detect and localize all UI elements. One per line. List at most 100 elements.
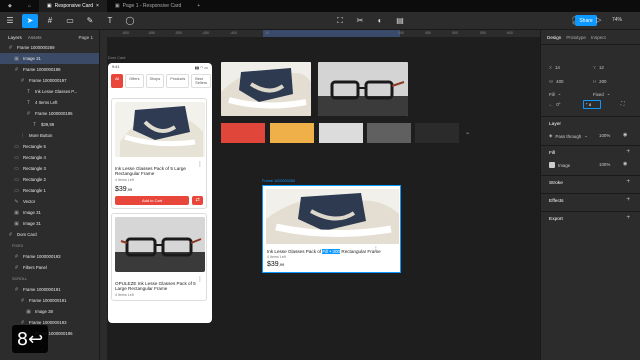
page-selector[interactable]: Page 1 bbox=[78, 35, 93, 42]
add-to-cart-button[interactable]: Add to Cart bbox=[115, 195, 190, 205]
add-fill-icon[interactable]: + bbox=[626, 149, 630, 155]
more-icon[interactable]: ⋮ bbox=[197, 161, 203, 168]
eye-icon[interactable]: ◉ bbox=[623, 132, 627, 138]
grid-icon[interactable]: ▤ bbox=[392, 14, 408, 28]
chip-offers[interactable]: Offers bbox=[125, 74, 144, 88]
eye-icon[interactable]: ◉ bbox=[623, 161, 627, 167]
independent-corners-icon[interactable]: ⛶ bbox=[621, 101, 625, 107]
product-card[interactable]: Ink Lesse Glasses Pack of 5 Large Rectan… bbox=[111, 98, 207, 209]
tab-assets[interactable]: Assets bbox=[28, 35, 42, 42]
contrast-icon[interactable]: ◐ bbox=[372, 14, 388, 28]
x-field[interactable]: X 14 bbox=[549, 65, 560, 70]
move-tool-icon[interactable]: ➤ bbox=[22, 13, 38, 28]
text-tool-icon[interactable]: T bbox=[102, 14, 118, 28]
boolean-icon[interactable]: ✂ bbox=[352, 14, 368, 28]
layer-row[interactable]: T 4 Items Left bbox=[0, 97, 99, 108]
tab-page-1[interactable]: ▣ Page 1 - Responsive Card bbox=[107, 0, 189, 12]
desktop-card-price: $39,99 bbox=[267, 261, 285, 268]
layer-row[interactable]: # Frame 1000000195 bbox=[0, 108, 99, 119]
add-effect-icon[interactable]: + bbox=[626, 197, 630, 203]
layer-row[interactable]: # Frame 1000000191 bbox=[0, 284, 99, 295]
stroke-section-title: Stroke bbox=[549, 181, 563, 186]
rotation-field[interactable]: ∟ 0° bbox=[549, 102, 561, 107]
layer-row[interactable]: ▣ Image 38 bbox=[0, 306, 99, 317]
layer-row[interactable]: # Frame 1000000197 bbox=[0, 75, 99, 86]
blend-mode-select[interactable]: ◈ Pass through ⌄ bbox=[549, 133, 588, 139]
layer-name: Image 38 bbox=[35, 309, 53, 314]
layers-panel: Layers Assets Page 1 # Frame 1000000269 ▣ I… bbox=[0, 30, 100, 360]
width-mode[interactable]: Fill ⌄ bbox=[549, 91, 561, 97]
add-stroke-icon[interactable]: + bbox=[626, 179, 630, 185]
desktop-card[interactable]: Ink Lesse Glasses Pack of Fill • 300 Rec… bbox=[262, 185, 401, 273]
more-icon[interactable]: ⋮ bbox=[197, 276, 203, 283]
rectangle-5[interactable] bbox=[415, 123, 459, 143]
chip-best-sellers[interactable]: Best Sellers bbox=[191, 74, 211, 88]
tab-layers[interactable]: Layers bbox=[8, 35, 22, 42]
desktop-card-title[interactable]: Ink Lesse Glasses Pack of Fill • 300 Rec… bbox=[267, 249, 381, 254]
w-field[interactable]: W 400 bbox=[549, 79, 563, 84]
phone-frame-label[interactable]: Dom Card bbox=[108, 56, 125, 60]
frame-tool-icon[interactable]: # bbox=[42, 14, 58, 28]
rectangle-1[interactable] bbox=[221, 123, 265, 143]
home-icon[interactable]: ⌂ bbox=[20, 0, 39, 12]
component-icon[interactable]: ⛶ bbox=[332, 14, 348, 28]
text-selection: Fill • 300 bbox=[322, 249, 341, 254]
add-export-icon[interactable]: + bbox=[626, 215, 630, 221]
close-icon[interactable]: × bbox=[96, 3, 99, 9]
layer-row[interactable]: ✎ Vector bbox=[0, 196, 99, 207]
tab-design[interactable]: Design bbox=[547, 35, 561, 40]
layer-row[interactable]: T Ink Lesse Glasses P... bbox=[0, 86, 99, 97]
tab-responsive-card[interactable]: ▣ Responsive Card × bbox=[38, 0, 107, 12]
corner-radius-input[interactable]: ⌜ 8 bbox=[583, 100, 601, 109]
layer-row[interactable]: # Filters Panel bbox=[0, 262, 99, 273]
chip-products[interactable]: Products bbox=[166, 74, 190, 88]
layer-row[interactable]: ▭ Rectangle 2 bbox=[0, 174, 99, 185]
layer-row[interactable]: ▣ Image 31 bbox=[0, 207, 99, 218]
layer-row[interactable]: # Frame 1000000198 bbox=[0, 64, 99, 75]
phone-frame[interactable]: 9:41 ▮▮ ◠ ▭ All Offers Shops Products Be… bbox=[108, 63, 212, 323]
canvas[interactable]: -600 -550 -500 -450 -400 10 400 450 500 … bbox=[100, 30, 540, 360]
shape-tool-icon[interactable]: ▭ bbox=[62, 14, 78, 28]
layer-row[interactable]: # Frame 1000000269 bbox=[0, 42, 99, 53]
layer-row[interactable]: # Dom Card bbox=[0, 229, 99, 240]
comment-tool-icon[interactable]: ◯ bbox=[122, 14, 138, 28]
layer-row[interactable]: ⋮ More Button bbox=[0, 130, 99, 141]
image-cloth[interactable] bbox=[221, 62, 311, 116]
rectangle-4[interactable] bbox=[367, 123, 411, 143]
main-menu-icon[interactable]: ☰ bbox=[2, 14, 18, 28]
layer-row[interactable]: ▭ Rectangle 3 bbox=[0, 163, 99, 174]
layer-row[interactable]: ▣ Image 31 bbox=[0, 53, 99, 64]
zoom-level[interactable]: 74% bbox=[612, 17, 622, 23]
new-tab-button[interactable]: + bbox=[189, 0, 208, 12]
layer-row[interactable]: # Frame 1000000193 bbox=[0, 251, 99, 262]
layer-row[interactable]: ▣ Image 31 bbox=[0, 218, 99, 229]
ruler-tick: 450 bbox=[425, 31, 431, 35]
frame-label[interactable]: Frame 1000000260 bbox=[262, 179, 295, 183]
tab-inspect[interactable]: Inspect bbox=[591, 35, 606, 40]
share-button[interactable]: Share bbox=[575, 15, 597, 26]
figma-menu-icon[interactable]: ◆ bbox=[0, 0, 20, 12]
fill-item[interactable]: Image bbox=[549, 162, 570, 168]
cart-icon[interactable]: ⇄ bbox=[192, 195, 203, 205]
layer-row[interactable]: T $39,99 bbox=[0, 119, 99, 130]
chip-all[interactable]: All bbox=[111, 74, 124, 88]
y-field[interactable]: Y 12 bbox=[593, 65, 604, 70]
height-mode[interactable]: Fixed ⌄ bbox=[593, 91, 610, 97]
present-icon[interactable]: ▷ bbox=[596, 16, 601, 24]
fill-opacity[interactable]: 100% bbox=[599, 162, 610, 167]
layer-row[interactable]: ▭ Rectangle 5 bbox=[0, 141, 99, 152]
chip-shops[interactable]: Shops bbox=[145, 74, 165, 88]
rectangle-2[interactable] bbox=[270, 123, 314, 143]
more-icon[interactable]: ⋮ bbox=[373, 246, 379, 253]
layer-opacity[interactable]: 100% bbox=[599, 133, 610, 138]
image-glasses[interactable] bbox=[318, 62, 408, 116]
rectangle-3[interactable] bbox=[319, 123, 363, 143]
layer-row[interactable]: ▭ Rectangle 4 bbox=[0, 152, 99, 163]
product-card[interactable]: OPULEZE Ink Lesse Glasses Pack of 5 Larg… bbox=[111, 213, 207, 301]
h-field[interactable]: H 200 bbox=[593, 79, 607, 84]
vector-icon[interactable]: ⌁ bbox=[466, 130, 470, 137]
pen-tool-icon[interactable]: ✎ bbox=[82, 14, 98, 28]
tab-prototype[interactable]: Prototype bbox=[566, 35, 586, 40]
layer-row[interactable]: ▭ Rectangle 1 bbox=[0, 185, 99, 196]
layer-row[interactable]: # Frame 1000000191 bbox=[0, 295, 99, 306]
